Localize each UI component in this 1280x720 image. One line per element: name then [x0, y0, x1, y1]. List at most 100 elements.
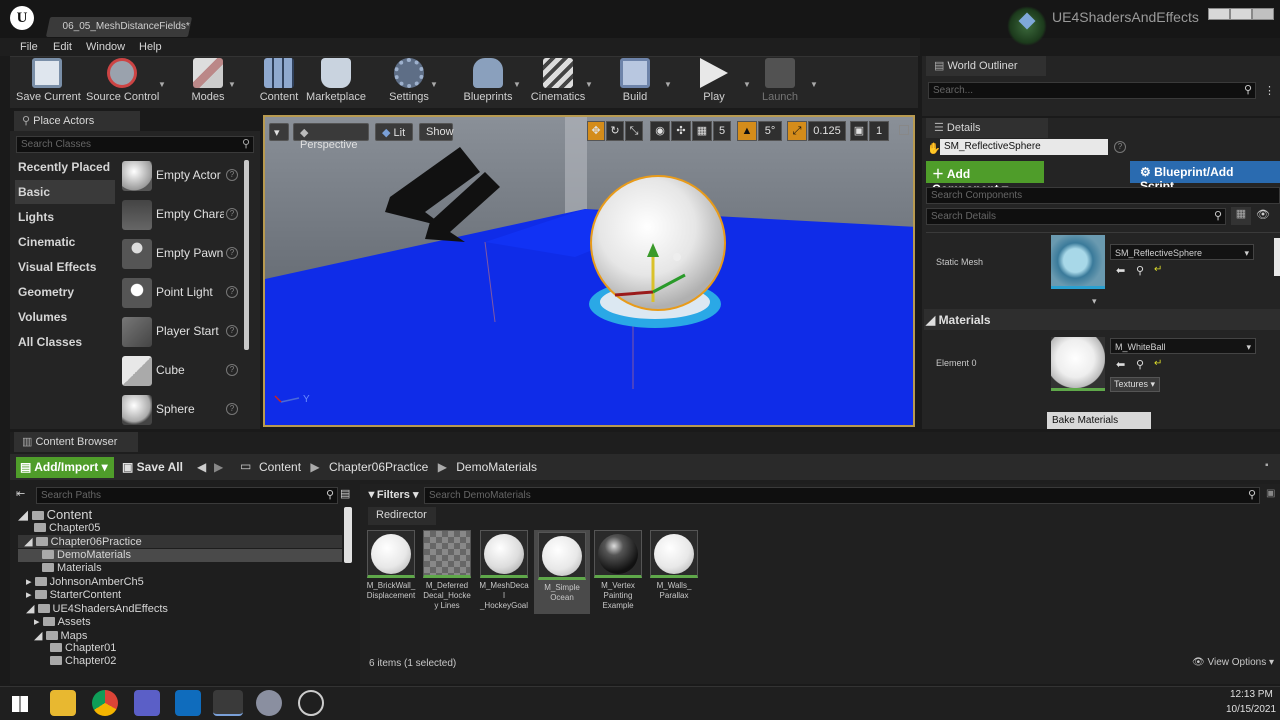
- folder-root-icon[interactable]: ▭: [240, 459, 251, 473]
- perspective-button[interactable]: ◆ Perspective: [293, 123, 369, 151]
- actor-player-start[interactable]: Player Start?: [118, 313, 242, 351]
- chevron-down-icon[interactable]: ▼: [228, 80, 236, 89]
- file-explorer-icon[interactable]: [50, 690, 76, 716]
- level-tab[interactable]: 06_05_MeshDistanceFields*: [45, 17, 193, 37]
- show-button[interactable]: Show: [419, 123, 454, 141]
- content-button[interactable]: Content: [258, 58, 300, 106]
- use-selected-arrow-icon[interactable]: ⬅: [1116, 358, 1125, 371]
- scale-snap-icon[interactable]: ⤢: [787, 121, 807, 141]
- tree-maps[interactable]: ◢ Maps: [34, 629, 87, 642]
- tree-johnsonamberch5[interactable]: ▸ JohnsonAmberCh5: [26, 575, 144, 588]
- rotation-snap-value[interactable]: 5°: [758, 121, 782, 141]
- actor-name-input[interactable]: SM_ReflectiveSphere: [940, 139, 1108, 155]
- camera-speed-value[interactable]: 1: [869, 121, 889, 141]
- lock-icon[interactable]: ▪: [1265, 460, 1269, 471]
- help-icon[interactable]: ?: [226, 286, 238, 298]
- asset-deferred-decal[interactable]: M_Deferred Decal_Hockey Lines: [422, 530, 472, 612]
- help-icon[interactable]: ?: [226, 325, 238, 337]
- browse-icon[interactable]: ⚲: [1136, 264, 1144, 277]
- redirector-filter[interactable]: Redirector: [368, 507, 436, 525]
- level-viewport[interactable]: Y ▾ ◆ Perspective ◆ Lit Show ✥ ↻ ⤡ ◉ ✣ ▦…: [263, 115, 915, 427]
- outliner-search-input[interactable]: Search... ⚲: [928, 82, 1256, 99]
- build-button[interactable]: Build: [616, 58, 654, 106]
- outlook-icon[interactable]: [175, 690, 201, 716]
- surface-snap-icon[interactable]: ✣: [671, 121, 691, 141]
- category-visual-effects[interactable]: Visual Effects: [15, 255, 115, 279]
- material-thumbnail[interactable]: [1051, 337, 1105, 391]
- blueprint-add-script-button[interactable]: ⚙ Blueprint/Add Script: [1130, 161, 1280, 193]
- chevron-down-icon[interactable]: ▼: [810, 80, 818, 89]
- tree-materials[interactable]: Materials: [42, 562, 102, 575]
- details-scrollbar[interactable]: [1274, 238, 1280, 276]
- source-control-button[interactable]: Source Control: [86, 58, 159, 106]
- save-current-button[interactable]: Save Current: [16, 58, 81, 106]
- back-arrow-icon[interactable]: ◀: [197, 460, 206, 474]
- tree-assets[interactable]: ▸ Assets: [34, 615, 91, 628]
- help-icon[interactable]: ?: [1114, 141, 1126, 153]
- app-taskbar-icon[interactable]: [256, 690, 282, 716]
- category-geometry[interactable]: Geometry: [15, 280, 115, 304]
- translate-tool-icon[interactable]: ✥: [587, 121, 605, 141]
- category-all-classes[interactable]: All Classes: [15, 330, 115, 354]
- content-browser-tab[interactable]: ▥ Content Browser: [14, 432, 138, 452]
- history-icon[interactable]: ▣: [1266, 488, 1275, 499]
- expand-chevron-icon[interactable]: ▾: [1092, 296, 1097, 307]
- actor-sphere[interactable]: Sphere?: [118, 391, 242, 429]
- category-volumes[interactable]: Volumes: [15, 305, 115, 329]
- chevron-down-icon[interactable]: ▼: [743, 80, 751, 89]
- marketplace-button[interactable]: Marketplace: [306, 58, 366, 106]
- blueprints-button[interactable]: Blueprints: [460, 58, 516, 106]
- unreal-logo-icon[interactable]: U: [10, 6, 34, 30]
- scale-tool-icon[interactable]: ⤡: [625, 121, 643, 141]
- category-cinematic[interactable]: Cinematic: [15, 230, 115, 254]
- scale-snap-value[interactable]: 0.125: [808, 121, 846, 141]
- category-basic[interactable]: Basic: [15, 180, 115, 204]
- world-outliner-tab[interactable]: ▤ World Outliner: [926, 56, 1046, 76]
- asset-meshdecal-hockeygoal[interactable]: M_MeshDecal _HockeyGoal: [479, 530, 529, 612]
- grid-snap-icon[interactable]: ▦: [692, 121, 712, 141]
- use-selected-arrow-icon[interactable]: ⬅: [1116, 264, 1125, 277]
- search-details-input[interactable]: Search Details ⚲: [926, 208, 1226, 225]
- windows-start-icon[interactable]: [12, 696, 28, 712]
- actor-empty-actor[interactable]: Empty Actor?: [118, 157, 242, 195]
- actor-cube[interactable]: Cube?: [118, 352, 242, 390]
- asset-brickwall-displacement[interactable]: M_BrickWall_ Displacement: [366, 530, 416, 612]
- tree-startercontent[interactable]: ▸ StarterContent: [26, 588, 121, 601]
- lit-button[interactable]: ◆ Lit: [375, 123, 413, 141]
- search-components-input[interactable]: Search Components: [926, 187, 1280, 204]
- play-button[interactable]: Play: [694, 58, 734, 106]
- outliner-menu-icon[interactable]: ⋮: [1264, 84, 1275, 97]
- obs-icon[interactable]: [298, 690, 324, 716]
- tree-demomaterials[interactable]: DemoMaterials: [18, 549, 342, 562]
- bake-materials-button[interactable]: Bake Materials: [1047, 412, 1151, 429]
- help-icon[interactable]: ?: [226, 364, 238, 376]
- launch-button[interactable]: Launch: [760, 58, 800, 106]
- menu-window[interactable]: Window: [86, 41, 125, 53]
- view-options-button[interactable]: 👁 View Options ▾: [1192, 657, 1274, 668]
- chevron-down-icon[interactable]: ▼: [585, 80, 593, 89]
- close-button[interactable]: [1252, 8, 1274, 20]
- tree-chapter05[interactable]: Chapter05: [34, 522, 100, 535]
- add-component-button[interactable]: ＋ Add Component ▾: [926, 161, 1044, 196]
- search-paths-input[interactable]: Search Paths ⚲: [36, 487, 338, 504]
- visibility-eye-icon[interactable]: 👁: [1256, 208, 1270, 221]
- tree-scrollbar[interactable]: [344, 507, 352, 563]
- place-actors-tab[interactable]: ⚲ Place Actors: [14, 111, 140, 131]
- filters-button[interactable]: ▼Filters ▾: [366, 488, 418, 501]
- teams-icon[interactable]: [134, 690, 160, 716]
- reset-arrow-icon[interactable]: ↵: [1154, 264, 1162, 275]
- rotation-snap-icon[interactable]: ▲: [737, 121, 757, 141]
- tree-chapter06practice[interactable]: ◢ Chapter06Practice: [18, 535, 342, 548]
- breadcrumb-chapter06practice[interactable]: Chapter06Practice: [329, 460, 428, 474]
- toggle-sources-icon[interactable]: ⇤: [16, 487, 25, 500]
- rotate-tool-icon[interactable]: ↻: [606, 121, 624, 141]
- actors-scrollbar[interactable]: [244, 160, 249, 350]
- asset-walls-parallax[interactable]: M_Walls_ Parallax: [649, 530, 699, 612]
- asset-simple-ocean[interactable]: M_Simple Ocean: [534, 530, 590, 614]
- cinematics-button[interactable]: Cinematics: [530, 58, 586, 106]
- search-assets-input[interactable]: Search DemoMaterials ⚲: [424, 487, 1260, 504]
- save-all-button[interactable]: ▣ Save All: [122, 460, 183, 474]
- grid-snap-value[interactable]: 5: [713, 121, 731, 141]
- asset-vertex-painting[interactable]: M_Vertex Painting Example: [593, 530, 643, 612]
- maximize-viewport-icon[interactable]: [899, 125, 909, 135]
